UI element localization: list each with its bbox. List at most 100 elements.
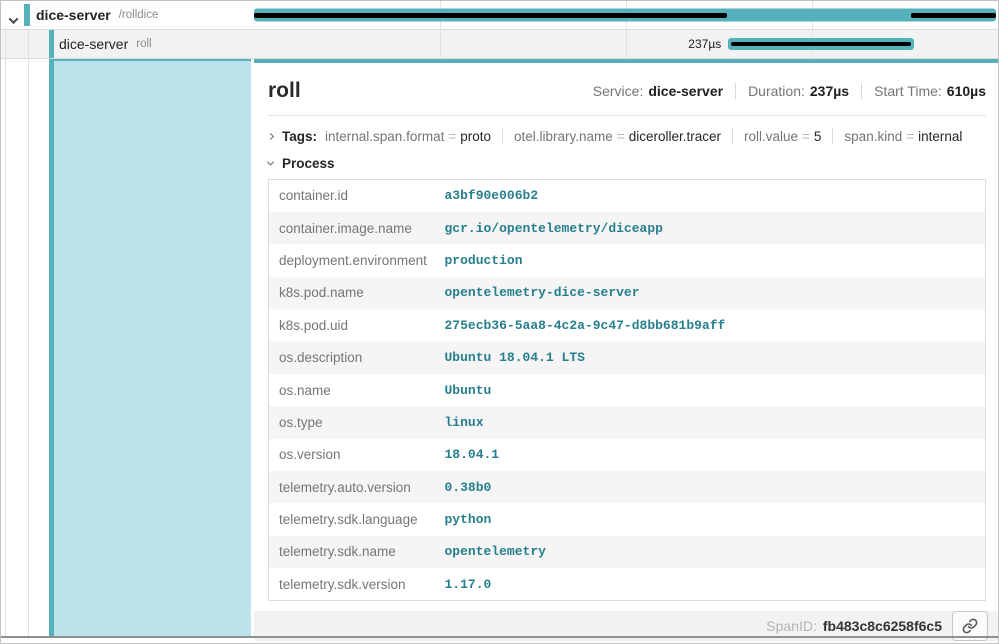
process-row: container.ida3bf90e006b2 [269,180,986,212]
span-row-rolldice[interactable]: dice-server /rolldice [1,1,998,30]
process-key: container.image.name [269,212,445,244]
process-value: 18.04.1 [445,439,986,471]
collapse-chevron-icon[interactable] [10,11,17,29]
span-detail-header: roll Service:dice-server Duration: 237µs … [268,63,986,103]
chevron-right-icon [267,132,274,139]
stat-duration: Duration: 237µs [748,83,849,99]
process-section-header[interactable]: Process [268,156,986,171]
chevron-down-icon [9,14,19,24]
trace-view-bottom-border [1,636,998,638]
tag-equals: = [902,129,918,144]
tag-item: otel.library.name=diceroller.tracer [514,129,721,144]
process-key: telemetry.auto.version [269,471,445,503]
process-value: 1.17.0 [445,568,986,600]
process-value: Ubuntu [445,374,986,406]
tag-value: 5 [814,129,822,144]
selected-span-highlight [54,59,251,636]
process-key: k8s.pod.name [269,277,445,309]
process-value: opentelemetry-dice-server [445,277,986,309]
span-id-label: SpanID: [766,618,817,634]
stat-separator [735,83,736,99]
header-divider [268,115,986,116]
process-row: os.version18.04.1 [269,439,986,471]
stat-label: Duration: [748,83,805,99]
stat-value: 237µs [810,83,849,99]
process-key: os.name [269,374,445,406]
process-row: telemetry.sdk.languagepython [269,503,986,535]
span-detail-area: roll Service:dice-server Duration: 237µs … [1,59,998,636]
tag-equals: = [798,129,814,144]
span-stats: Service:dice-server Duration: 237µs Start… [593,83,986,99]
tag-value: diceroller.tracer [629,129,721,144]
service-color-bar [24,4,30,26]
stat-label: Start Time: [874,83,942,99]
process-row: deployment.environmentproduction [269,244,986,276]
tag-item: span.kind=internal [844,129,962,144]
tag-key: roll.value [744,129,798,144]
process-table-body: container.ida3bf90e006b2container.image.… [269,180,986,601]
indent-guide [5,30,6,58]
process-key: os.version [269,439,445,471]
service-color-bar [49,30,54,58]
process-row: telemetry.auto.version0.38b0 [269,471,986,503]
process-row: telemetry.sdk.version1.17.0 [269,568,986,600]
tag-item: internal.span.format=proto [325,129,491,144]
process-section-label: Process [282,156,335,171]
process-table: container.ida3bf90e006b2container.image.… [268,179,986,601]
grid-line [440,30,441,58]
process-row: os.typelinux [269,406,986,438]
span-bar-child-segment [911,13,996,18]
span-row-roll-name-column[interactable]: dice-server roll [1,30,254,58]
span-duration-label: 237µs [688,37,721,51]
tag-separator [502,128,503,144]
process-row: os.nameUbuntu [269,374,986,406]
tag-item: roll.value=5 [744,129,821,144]
span-row-roll-timeline: 237µs [254,30,998,58]
process-key: telemetry.sdk.name [269,536,445,568]
tag-value: proto [460,129,491,144]
span-detail-panel: roll Service:dice-server Duration: 237µs … [254,59,998,636]
process-value: Ubuntu 18.04.1 LTS [445,341,986,373]
tag-value: internal [918,129,962,144]
process-value: linux [445,406,986,438]
process-row: os.descriptionUbuntu 18.04.1 LTS [269,341,986,373]
process-value: production [445,244,986,276]
tags-section-label: Tags: [282,129,317,144]
stat-label: Service: [593,83,644,99]
process-key: deployment.environment [269,244,445,276]
tag-separator [832,128,833,144]
span-bar-rolldice[interactable] [254,9,996,22]
service-name: dice-server [59,36,128,52]
chevron-down-icon [267,159,274,166]
span-row-rolldice-timeline [254,1,998,29]
stat-service: Service:dice-server [593,83,723,99]
indent-guide [5,59,6,636]
process-value: opentelemetry [445,536,986,568]
process-value: a3bf90e006b2 [445,180,986,212]
tag-key: span.kind [844,129,902,144]
tags-section-header[interactable]: Tags: internal.span.format=proto otel.lib… [268,128,986,144]
process-row: container.image.namegcr.io/opentelemetry… [269,212,986,244]
tag-separator [732,128,733,144]
timeline-left-gutter [1,59,254,636]
tag-equals: = [613,129,629,144]
process-value: python [445,503,986,535]
stat-start-time: Start Time: 610µs [874,83,986,99]
span-row-roll[interactable]: dice-server roll 237µs [1,30,998,59]
span-bar-roll[interactable] [728,38,914,50]
span-detail-content: roll Service:dice-server Duration: 237µs … [254,63,998,601]
indent-guide [28,59,29,636]
tags-list: internal.span.format=proto otel.library.n… [325,128,962,144]
service-name: dice-server [36,7,111,23]
stat-value: dice-server [648,83,723,99]
process-key: telemetry.sdk.language [269,503,445,535]
tag-equals: = [444,129,460,144]
process-row: telemetry.sdk.nameopentelemetry [269,536,986,568]
indent-guide [28,30,29,58]
stat-value: 610µs [947,83,986,99]
span-row-rolldice-name-column[interactable]: dice-server /rolldice [1,1,254,29]
process-value: 275ecb36-5aa8-4c2a-9c47-d8bb681b9aff [445,309,986,341]
process-key: telemetry.sdk.version [269,568,445,600]
span-id-value: fb483c8c6258f6c5 [823,618,942,634]
span-title: roll [268,79,301,103]
